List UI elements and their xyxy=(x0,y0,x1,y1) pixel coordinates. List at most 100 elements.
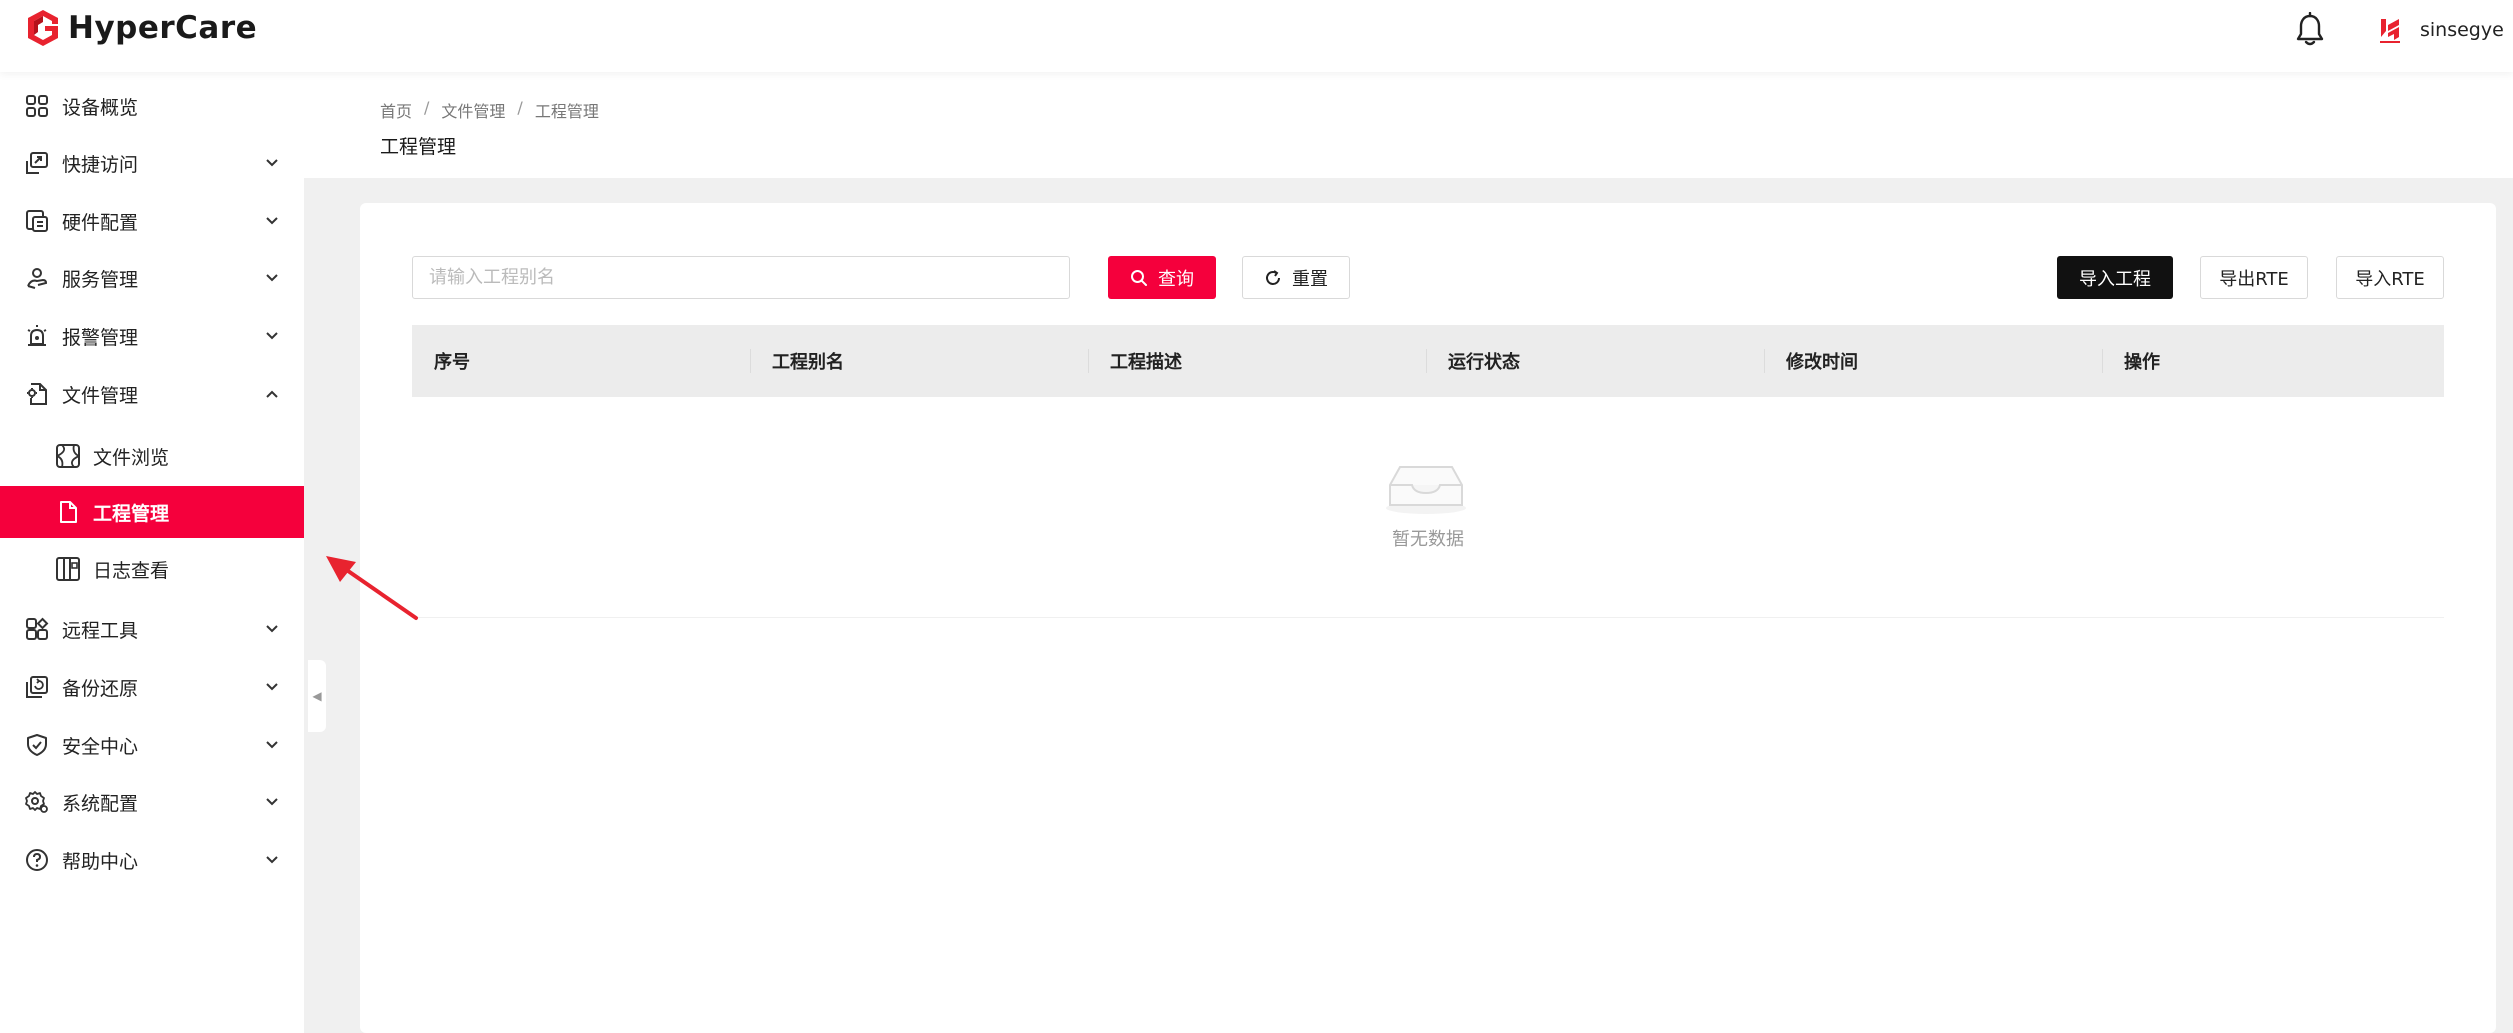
breadcrumb-separator: / xyxy=(424,98,430,117)
sidebar-subitem-file-browse[interactable]: 文件浏览 xyxy=(0,430,304,482)
column-divider xyxy=(2102,349,2103,373)
sidebar-subitem-label: 工程管理 xyxy=(93,502,170,525)
sidebar-item-hardware-config[interactable]: 硬件配置 xyxy=(0,195,304,247)
query-button-label: 查询 xyxy=(1158,268,1194,290)
breadcrumb-separator: / xyxy=(517,98,523,117)
sidebar-item-label: 服务管理 xyxy=(62,268,139,291)
help-icon xyxy=(24,847,50,873)
backup-icon xyxy=(24,674,50,700)
page-header: 首页 / 文件管理 / 工程管理 工程管理 xyxy=(304,72,2513,178)
sidebar-item-system-config[interactable]: 系统配置 xyxy=(0,776,304,828)
sidebar-item-label: 硬件配置 xyxy=(62,211,139,234)
sidebar-item-security-center[interactable]: 安全中心 xyxy=(0,719,304,771)
column-header-modified-time: 修改时间 xyxy=(1786,352,1858,373)
sidebar-item-label: 设备概览 xyxy=(62,96,139,119)
chevron-down-icon xyxy=(266,274,278,282)
log-icon xyxy=(54,555,82,583)
chevron-down-icon xyxy=(266,856,278,864)
chevron-down-icon xyxy=(266,159,278,167)
empty-text: 暂无数据 xyxy=(1392,529,1464,550)
username: sinsegye xyxy=(2420,19,2504,41)
column-divider xyxy=(750,349,751,373)
sidebar-item-label: 快捷访问 xyxy=(62,153,139,176)
sidebar-item-device-overview[interactable]: 设备概览 xyxy=(0,80,304,132)
app-root: HyperCare sinsegye ⌄ xyxy=(0,0,2513,1033)
column-divider xyxy=(1088,349,1089,373)
query-button[interactable]: 查询 xyxy=(1108,256,1216,299)
chevron-up-icon xyxy=(266,390,278,398)
chevron-down-icon xyxy=(266,625,278,633)
chevron-down-icon xyxy=(266,683,278,691)
sidebar-item-alarm-manage[interactable]: 报警管理 xyxy=(0,310,304,362)
top-header: HyperCare sinsegye ⌄ xyxy=(0,0,2513,72)
breadcrumb-item-current: 工程管理 xyxy=(534,102,599,121)
shortcut-icon xyxy=(24,150,50,176)
grid-icon xyxy=(24,93,50,119)
sidebar-item-quick-access[interactable]: 快捷访问 xyxy=(0,137,304,189)
sidebar-item-label: 备份还原 xyxy=(62,677,139,700)
annotation-arrow-icon xyxy=(326,556,418,620)
column-header-description: 工程描述 xyxy=(1110,352,1182,373)
collapse-left-icon: ◀ xyxy=(312,689,322,703)
refresh-icon xyxy=(1266,269,1280,285)
import-rte-button[interactable]: 导入RTE xyxy=(2336,256,2444,299)
table-empty-state: 暂无数据 xyxy=(412,397,2444,618)
import-project-button[interactable]: 导入工程 xyxy=(2057,256,2173,299)
hardware-icon xyxy=(24,208,50,234)
sidebar-collapse-toggle[interactable]: ◀ xyxy=(308,660,326,732)
chevron-down-icon xyxy=(266,741,278,749)
sidebar-subitem-label: 文件浏览 xyxy=(93,446,170,469)
file-manage-icon xyxy=(24,381,50,407)
sidebar-item-label: 安全中心 xyxy=(62,735,139,758)
chevron-down-icon xyxy=(266,332,278,340)
sidebar-subitem-label: 日志查看 xyxy=(93,559,170,582)
sidebar-item-service-manage[interactable]: 服务管理 xyxy=(0,252,304,304)
breadcrumb-item-home[interactable]: 首页 xyxy=(380,98,412,122)
bell-icon[interactable] xyxy=(2294,12,2326,48)
column-header-run-status: 运行状态 xyxy=(1448,352,1520,373)
reset-button-label: 重置 xyxy=(1292,268,1328,290)
column-header-alias: 工程别名 xyxy=(772,352,844,373)
main-card: 查询 重置 导入工程 导出RTE 导入RTE 序号 工程别名 工程描述 运行状态… xyxy=(360,203,2496,1033)
sidebar-subitem-log-view[interactable]: 日志查看 xyxy=(0,543,304,595)
sinsegye-brand-icon xyxy=(2380,19,2400,43)
empty-inbox-icon xyxy=(1386,466,1466,514)
column-divider xyxy=(1426,349,1427,373)
sidebar-subitem-project-manage[interactable]: 工程管理 xyxy=(0,486,304,538)
remote-icon xyxy=(24,616,50,642)
gear-icon xyxy=(24,789,50,815)
project-alias-search-input[interactable] xyxy=(412,256,1070,299)
table-header: 序号 工程别名 工程描述 运行状态 修改时间 操作 xyxy=(412,325,2444,397)
sidebar-item-label: 报警管理 xyxy=(62,326,139,349)
sidebar-item-label: 帮助中心 xyxy=(62,850,139,873)
reset-button[interactable]: 重置 xyxy=(1242,256,1350,299)
service-icon xyxy=(24,265,50,291)
sidebar-item-backup-restore[interactable]: 备份还原 xyxy=(0,661,304,713)
document-icon xyxy=(54,498,82,526)
column-header-index: 序号 xyxy=(434,352,470,373)
breadcrumb: 首页 / 文件管理 / 工程管理 xyxy=(380,98,599,122)
avatar xyxy=(2370,10,2410,50)
hypercare-logo-icon xyxy=(28,10,58,46)
alarm-icon xyxy=(24,323,50,349)
page-title: 工程管理 xyxy=(380,136,457,158)
breadcrumb-item-file-manage[interactable]: 文件管理 xyxy=(441,98,505,122)
sidebar-item-label: 远程工具 xyxy=(62,619,139,642)
sidebar-item-file-manage[interactable]: 文件管理 xyxy=(0,368,304,420)
sidebar-item-label: 文件管理 xyxy=(62,384,139,407)
browse-icon xyxy=(54,442,82,470)
sidebar-item-remote-tools[interactable]: 远程工具 xyxy=(0,603,304,655)
user-menu[interactable]: sinsegye ⌄ xyxy=(2370,10,2513,50)
column-divider xyxy=(1764,349,1765,373)
logo-text: HyperCare xyxy=(68,10,258,46)
export-rte-button[interactable]: 导出RTE xyxy=(2200,256,2308,299)
shield-icon xyxy=(24,732,50,758)
column-header-actions: 操作 xyxy=(2124,352,2160,373)
sidebar-item-label: 系统配置 xyxy=(62,792,139,815)
chevron-down-icon xyxy=(266,217,278,225)
chevron-down-icon xyxy=(266,798,278,806)
logo[interactable]: HyperCare xyxy=(24,8,257,48)
sidebar: 设备概览 快捷访问 硬件配置 服务管理 报警管理 文件管理 文件浏览 工程管理 … xyxy=(0,72,304,1033)
sidebar-item-help-center[interactable]: 帮助中心 xyxy=(0,834,304,886)
search-icon xyxy=(1131,269,1147,286)
